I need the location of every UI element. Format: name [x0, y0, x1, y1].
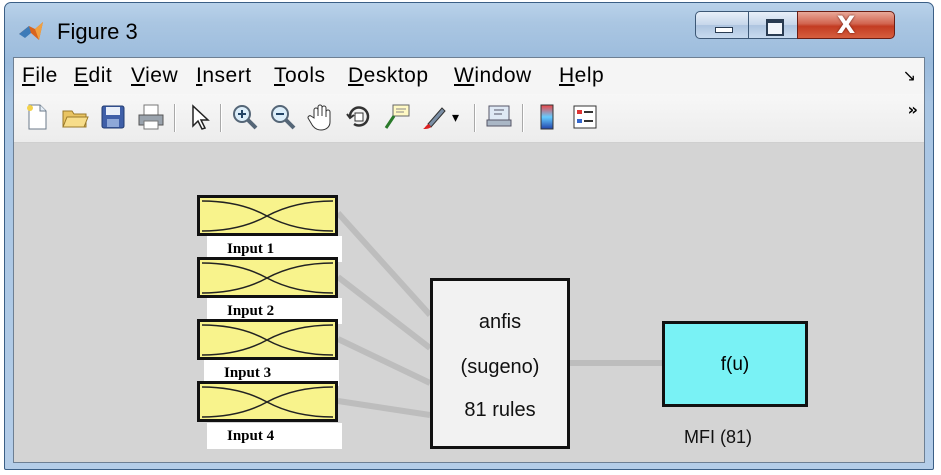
anfis-system-box[interactable]: anfis (sugeno) 81 rules: [430, 278, 570, 449]
menu-bar: File Edit View Insert Tools Desktop Wind…: [14, 58, 924, 94]
menu-view[interactable]: View: [131, 64, 178, 88]
menu-help[interactable]: Help: [559, 64, 604, 88]
membership-function-icon: [201, 324, 334, 356]
edit-plot-arrow-icon[interactable]: [184, 102, 214, 132]
input-4-label: Input 4: [207, 423, 342, 449]
figure-toolbar: ▾ »: [14, 94, 924, 143]
close-icon: X: [836, 11, 856, 39]
system-name: anfis: [478, 311, 522, 333]
window-title: Figure 3: [57, 19, 138, 44]
toolbar-overflow-icon[interactable]: »: [908, 100, 918, 119]
menu-tools[interactable]: Tools: [274, 64, 326, 88]
zoom-out-icon[interactable]: [268, 102, 298, 132]
menu-edit[interactable]: Edit: [74, 64, 112, 88]
save-icon[interactable]: [98, 102, 128, 132]
maximize-button[interactable]: [748, 11, 798, 39]
anfis-structure-diagram: Input 1 Input 2 Input 3 Input 4 anfis (s…: [14, 143, 924, 462]
colorbar-icon[interactable]: [532, 102, 562, 132]
toolbar-separator: [474, 104, 476, 132]
print-icon[interactable]: [136, 102, 166, 132]
data-cursor-icon[interactable]: [382, 102, 412, 132]
input-4-mf-box[interactable]: [197, 381, 338, 422]
input-3-mf-box[interactable]: [197, 319, 338, 360]
menu-insert[interactable]: Insert: [196, 64, 252, 88]
matlab-logo-icon: [19, 22, 43, 40]
toolbar-separator: [174, 104, 176, 132]
rotate-3d-icon[interactable]: [344, 102, 374, 132]
brush-icon[interactable]: [420, 102, 450, 132]
open-file-icon[interactable]: [60, 102, 90, 132]
menu-window[interactable]: Window: [454, 64, 532, 88]
membership-function-icon: [201, 200, 334, 232]
toolbar-separator: [220, 104, 222, 132]
membership-function-icon: [201, 386, 334, 418]
menu-desktop[interactable]: Desktop: [348, 64, 429, 88]
output-label: MFI (81): [684, 427, 753, 447]
zoom-in-icon[interactable]: [230, 102, 260, 132]
menu-file[interactable]: File: [22, 64, 58, 88]
toolbar-separator: [522, 104, 524, 132]
figure-client-area: File Edit View Insert Tools Desktop Wind…: [13, 57, 925, 463]
output-function-box[interactable]: f(u): [662, 321, 808, 407]
menu-dock-arrow-icon[interactable]: ↘: [903, 66, 916, 85]
figure-window: Figure 3 X File Edit View Insert Tools D…: [4, 2, 934, 470]
input-2-mf-box[interactable]: [197, 257, 338, 298]
system-type: (sugeno): [460, 356, 540, 378]
new-figure-icon[interactable]: [22, 102, 52, 132]
link-plot-icon[interactable]: [484, 102, 514, 132]
input-1-mf-box[interactable]: [197, 195, 338, 236]
pan-hand-icon[interactable]: [306, 102, 336, 132]
membership-function-icon: [201, 262, 334, 294]
output-function: f(u): [720, 354, 750, 375]
rule-count: 81 rules: [464, 399, 536, 421]
brush-dropdown-icon[interactable]: ▾: [452, 110, 482, 140]
minimize-icon: [715, 27, 733, 33]
close-button[interactable]: X: [797, 11, 895, 39]
maximize-icon: [766, 19, 784, 36]
legend-icon[interactable]: [570, 102, 600, 132]
minimize-button[interactable]: [695, 11, 749, 39]
title-bar[interactable]: Figure 3 X: [5, 3, 933, 57]
